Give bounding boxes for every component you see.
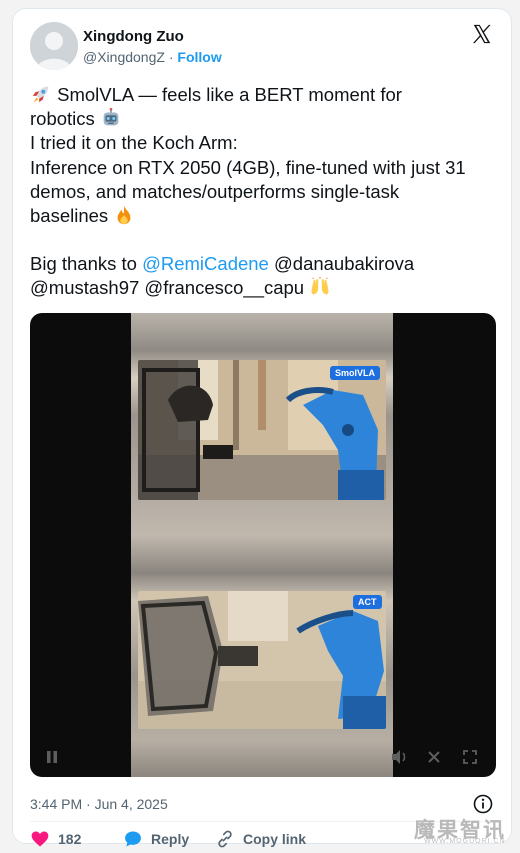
video-player[interactable]: SmolVLA ACT: [30, 313, 496, 777]
reply-button[interactable]: Reply: [123, 829, 189, 849]
tweet-card: Xingdong Zuo @XingdongZ · Follow SmolVLA…: [12, 8, 512, 848]
tweet-line-3-text: Inference on RTX 2050 (4GB), fine-tuned …: [30, 156, 466, 227]
author-name[interactable]: Xingdong Zuo: [83, 28, 184, 45]
video-frame-act: ACT: [138, 591, 386, 729]
mention-remicadene[interactable]: @RemiCadene: [142, 253, 269, 274]
author-handle[interactable]: @XingdongZ: [83, 49, 165, 65]
watermark-url: WWW.MOGUORI.CN: [424, 838, 506, 845]
volume-icon[interactable]: [390, 749, 408, 765]
tweet-thanks: Big thanks to @RemiCadene @danaubakirova…: [30, 252, 470, 300]
pause-icon[interactable]: [44, 749, 60, 765]
copy-link-label: Copy link: [243, 831, 307, 847]
tweet-line-3: Inference on RTX 2050 (4GB), fine-tuned …: [30, 156, 470, 229]
fire-emoji-icon: [117, 205, 131, 225]
default-avatar-icon: [30, 22, 78, 70]
robot-scene-image: [138, 360, 386, 500]
link-icon: [218, 830, 232, 848]
tweet-line-1: SmolVLA — feels like a BERT moment for r…: [30, 83, 470, 131]
site-watermark: 魔果智讯 WWW.MOGUORI.CN: [414, 814, 514, 848]
model-label-badge: SmolVLA: [330, 366, 381, 380]
heart-icon: [31, 831, 49, 847]
video-frame-smolvla: SmolVLA: [138, 360, 386, 500]
copy-link-button[interactable]: Copy link: [215, 829, 306, 849]
follow-button[interactable]: Follow: [177, 49, 221, 65]
separator-dot: ·: [168, 49, 174, 65]
reply-bubble-icon: [125, 831, 141, 847]
x-logo-icon[interactable]: [471, 23, 493, 45]
tweet-timestamp[interactable]: 3:44 PM · Jun 4, 2025: [30, 796, 168, 812]
tweet-line-2: I tried it on the Koch Arm:: [30, 132, 238, 154]
info-icon[interactable]: [473, 794, 493, 814]
rocket-emoji-icon: [32, 86, 49, 103]
raising-hands-emoji-icon: [311, 277, 329, 295]
avatar[interactable]: [30, 22, 78, 70]
robot-scene-image: [138, 591, 386, 729]
reply-label: Reply: [151, 831, 190, 847]
model-label-badge: ACT: [353, 595, 382, 609]
like-button[interactable]: 182: [30, 829, 81, 849]
tweet-text: SmolVLA — feels like a BERT moment for r…: [30, 83, 470, 301]
settings-icon[interactable]: [426, 749, 442, 765]
like-count: 182: [58, 831, 82, 847]
thanks-prefix: Big thanks to: [30, 253, 143, 275]
tweet-line-1-text: SmolVLA — feels like a BERT moment for r…: [30, 84, 402, 130]
author-handle-row: @XingdongZ · Follow: [83, 49, 222, 65]
video-controls: [30, 737, 496, 777]
robot-emoji-icon: [103, 108, 119, 126]
fullscreen-icon[interactable]: [462, 749, 478, 765]
